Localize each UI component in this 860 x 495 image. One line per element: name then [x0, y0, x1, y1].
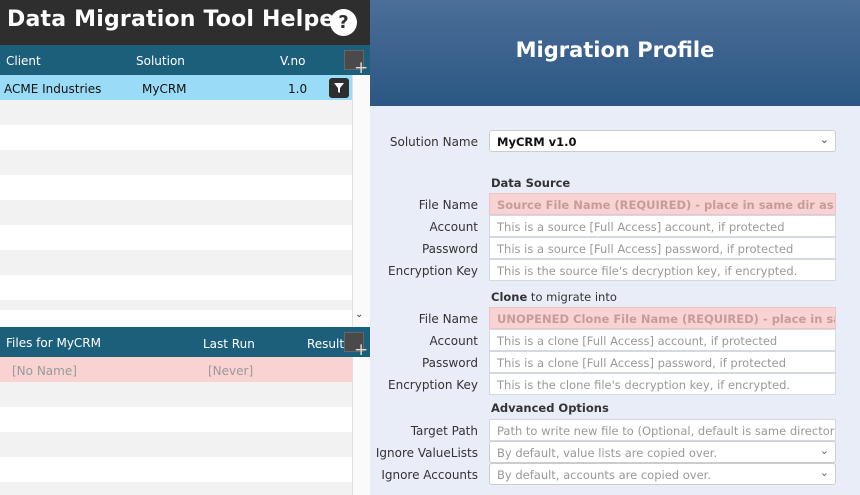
- chevron-down-icon: ⌄: [819, 444, 829, 457]
- table-row: [0, 200, 352, 225]
- clone-account-input[interactable]: This is a clone [Full Access] account, i…: [489, 329, 836, 351]
- source-password-input[interactable]: This is a source [Full Access] password,…: [489, 237, 836, 259]
- solution-name: MyCRM: [142, 82, 187, 96]
- table-row: [0, 482, 352, 495]
- chevron-down-icon[interactable]: ⌄: [355, 309, 363, 320]
- table-row: [0, 100, 352, 125]
- solution-name-value: MyCRM v1.0: [497, 135, 577, 149]
- clone-encryption-label: Encryption Key: [388, 378, 478, 392]
- clone-file-name-label: File Name: [418, 312, 478, 326]
- table-row: [0, 175, 352, 200]
- ignore-valuelists-label: Ignore ValueLists: [375, 446, 478, 460]
- data-source-title: Data Source: [491, 176, 571, 190]
- source-password-label: Password: [421, 242, 478, 256]
- client-list-scrollbar[interactable]: [352, 75, 370, 327]
- ignore-accounts-value: By default, accounts are copied over.: [497, 468, 711, 482]
- help-button[interactable]: ?: [330, 9, 357, 36]
- filter-button[interactable]: [329, 78, 349, 98]
- last-run-label: Last Run: [203, 337, 255, 351]
- add-client-button[interactable]: +: [344, 50, 368, 77]
- client-name: ACME Industries: [4, 82, 102, 96]
- source-file-name-label: File Name: [418, 198, 478, 212]
- source-encryption-input[interactable]: This is the source file's decryption key…: [489, 259, 836, 281]
- clone-encryption-input[interactable]: This is the clone file's decryption key,…: [489, 373, 836, 395]
- left-pane: Data Migration Tool Helper ? Client Solu…: [0, 0, 370, 495]
- ignore-valuelists-value: By default, value lists are copied over.: [497, 446, 718, 460]
- table-row: [0, 457, 352, 482]
- table-row[interactable]: ACME Industries MyCRM 1.0: [0, 75, 352, 100]
- target-path-label: Target Path: [410, 424, 478, 438]
- chevron-down-icon: ⌄: [819, 133, 829, 146]
- table-row: [0, 225, 352, 250]
- chevron-down-icon: ⌄: [819, 466, 829, 479]
- question-icon: ?: [338, 12, 349, 33]
- app-header: Data Migration Tool Helper ?: [0, 0, 370, 45]
- files-for-label: Files for MyCRM: [6, 336, 101, 350]
- version-column-label: V.no: [280, 54, 306, 68]
- clone-password-label: Password: [421, 356, 478, 370]
- table-row: [0, 125, 352, 150]
- profile-header: Migration Profile: [370, 0, 860, 106]
- source-account-label: Account: [429, 220, 478, 234]
- target-path-input[interactable]: Path to write new file to (Optional, def…: [489, 419, 836, 441]
- file-list-scrollbar[interactable]: [352, 357, 370, 495]
- ignore-valuelists-select[interactable]: By default, value lists are copied over.…: [489, 441, 836, 463]
- source-encryption-label: Encryption Key: [388, 264, 478, 278]
- table-row: [0, 150, 352, 175]
- file-last-run: [Never]: [208, 364, 254, 378]
- table-row: [0, 250, 352, 275]
- app-title: Data Migration Tool Helper: [7, 7, 346, 32]
- funnel-icon: [334, 83, 344, 93]
- result-label: Result: [307, 337, 345, 351]
- table-row[interactable]: [No Name] [Never]: [0, 357, 352, 382]
- profile-title: Migration Profile: [515, 38, 715, 62]
- ignore-accounts-select[interactable]: By default, accounts are copied over. ⌄: [489, 463, 836, 485]
- client-list: ACME Industries MyCRM 1.0: [0, 75, 352, 310]
- clone-file-name-input[interactable]: UNOPENED Clone File Name (REQUIRED) - pl…: [489, 307, 836, 329]
- files-column-header: Files for MyCRM Last Run Result +: [0, 327, 370, 359]
- clone-password-input[interactable]: This is a clone [Full Access] password, …: [489, 351, 836, 373]
- solution-name-label: Solution Name: [389, 135, 478, 149]
- solution-column-label: Solution: [136, 54, 185, 68]
- clone-account-label: Account: [429, 334, 478, 348]
- source-account-input[interactable]: This is a source [Full Access] account, …: [489, 215, 836, 237]
- client-column-label: Client: [6, 54, 41, 68]
- advanced-options-title: Advanced Options: [491, 401, 609, 415]
- file-name: [No Name]: [12, 364, 77, 378]
- table-row: [0, 300, 352, 310]
- table-row: [0, 382, 352, 407]
- clients-column-header: Client Solution V.no +: [0, 45, 370, 77]
- file-list: [No Name] [Never]: [0, 357, 352, 495]
- table-row: [0, 407, 352, 432]
- solution-name-select[interactable]: MyCRM v1.0 ⌄: [489, 130, 836, 152]
- profile-pane: Migration Profile Solution Name MyCRM v1…: [370, 0, 860, 495]
- clone-title: Clone to migrate into: [491, 290, 617, 304]
- version-number: 1.0: [288, 82, 308, 96]
- table-row: [0, 275, 352, 300]
- source-file-name-input[interactable]: Source File Name (REQUIRED) - place in s…: [489, 193, 836, 215]
- table-row: [0, 432, 352, 457]
- add-file-button[interactable]: +: [344, 332, 368, 359]
- ignore-accounts-label: Ignore Accounts: [381, 468, 478, 482]
